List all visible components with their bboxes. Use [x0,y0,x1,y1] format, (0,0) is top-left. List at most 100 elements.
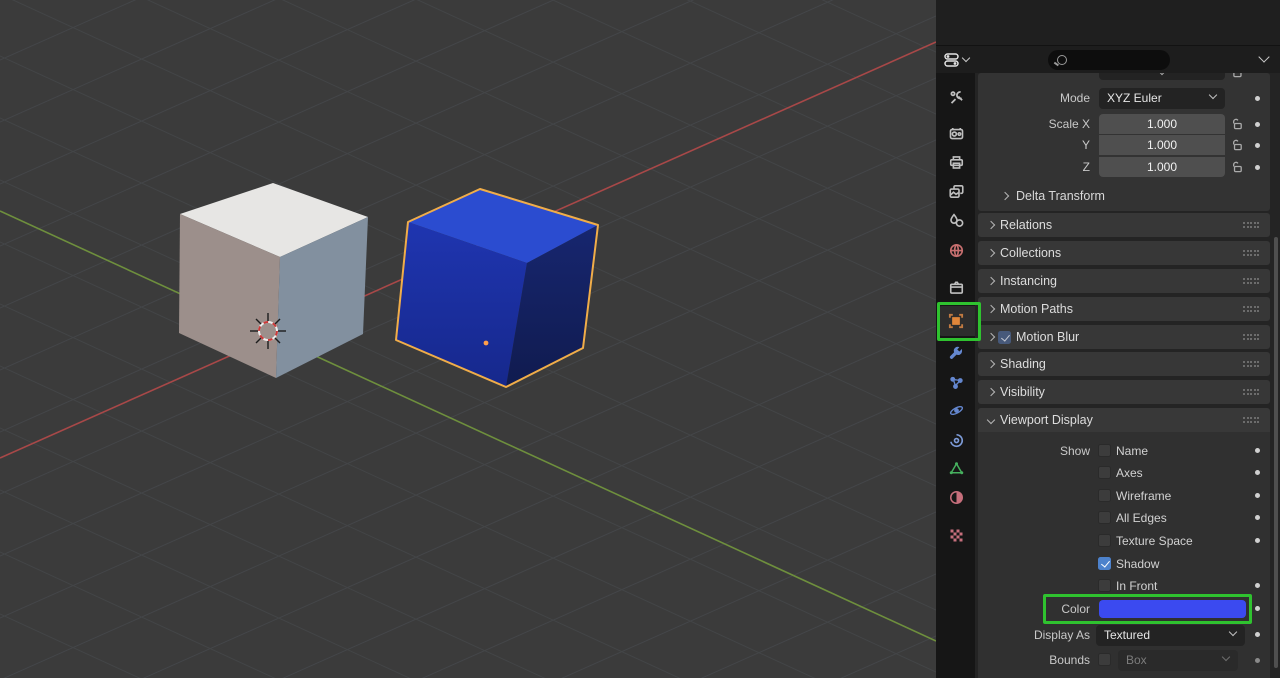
scale-z-label: Z [1082,160,1090,174]
mode-dropdown[interactable]: XYZ Euler [1099,88,1225,109]
drag-grip-icon[interactable] [1243,250,1260,257]
viewport-display-body: Show Name Axes Wireframe All Edges Textu… [978,432,1270,678]
section-collections[interactable]: Collections [978,241,1270,265]
chevron-down-icon [961,53,971,63]
lock-icon[interactable] [1230,160,1244,174]
section-motion-blur[interactable]: Motion Blur [978,325,1270,349]
drag-grip-icon[interactable] [1243,222,1260,229]
animate-dot[interactable] [1255,448,1260,453]
animate-dot[interactable] [1255,538,1260,543]
chevron-down-icon [986,415,996,425]
section-motion-paths[interactable]: Motion Paths [978,297,1270,321]
properties-content: Z Mode XYZ Euler Scale X 1.000 [975,73,1280,678]
tab-object-properties[interactable] [943,308,969,334]
section-relations[interactable]: Relations [978,213,1270,237]
chevron-right-icon [986,387,996,397]
animate-dot[interactable] [1255,632,1260,637]
object-color-swatch[interactable] [1099,600,1246,618]
tool-icon [950,90,963,104]
animate-dot[interactable] [1255,165,1260,170]
tab-material-properties[interactable] [943,484,969,510]
drag-grip-icon[interactable] [1243,278,1260,285]
panel-scrollbar[interactable] [1274,237,1278,668]
tab-tool-properties[interactable] [943,84,969,110]
editor-top-gap [936,0,1280,46]
animate-dot[interactable] [1255,606,1260,611]
section-shading[interactable]: Shading [978,352,1270,376]
mesh-data-icon [949,461,963,474]
section-instancing[interactable]: Instancing [978,269,1270,293]
lock-icon[interactable] [1230,117,1244,131]
render-icon [949,127,963,139]
drag-grip-icon[interactable] [1243,389,1260,396]
section-visibility[interactable]: Visibility [978,380,1270,404]
chevron-right-icon [986,359,996,369]
properties-editor-icon [944,52,959,67]
drag-grip-icon[interactable] [1243,334,1260,341]
filter-dropdown-button[interactable] [1258,51,1270,63]
axes-checkbox[interactable] [1098,466,1111,479]
tab-render-properties[interactable] [943,120,969,146]
animate-dot[interactable] [1255,658,1260,663]
animate-dot[interactable] [1255,583,1260,588]
bounds-checkbox[interactable] [1098,653,1111,666]
scale-y-label: Y [1081,138,1090,152]
blender-window: { "viewport": { "background": "#3b3b3b",… [0,0,1280,678]
output-icon [949,155,963,169]
animate-dot[interactable] [1255,122,1260,127]
tab-collection-properties[interactable] [943,274,969,300]
animate-dot[interactable] [1255,493,1260,498]
tab-particle-properties[interactable] [943,369,969,395]
name-checkbox[interactable] [1098,444,1111,457]
chevron-right-icon [986,304,996,314]
rotation-z-field[interactable] [1099,73,1225,80]
wireframe-checkbox[interactable] [1098,489,1111,502]
drag-grip-icon[interactable] [1243,417,1260,424]
object-origin-dot [483,340,489,346]
animate-dot[interactable] [1255,143,1260,148]
drag-grip-icon[interactable] [1243,361,1260,368]
animate-dot[interactable] [1255,470,1260,475]
tab-output-properties[interactable] [943,149,969,175]
delta-transform-label: Delta Transform [1016,189,1105,203]
display-as-label: Display As [1033,628,1090,642]
motion-blur-checkbox[interactable] [998,330,1011,344]
scale-y-field[interactable]: 1.000 [1099,135,1225,155]
physics-icon [949,405,963,415]
chevron-right-icon [1000,191,1010,201]
viewport-3d[interactable] [0,0,937,678]
section-viewport-display[interactable]: Viewport Display [978,408,1270,432]
viewport-canvas [0,0,937,678]
tab-modifier-properties[interactable] [943,340,969,366]
drag-grip-icon[interactable] [1243,306,1260,313]
tab-constraint-properties[interactable] [943,427,969,453]
scale-x-label: Scale X [1048,117,1090,131]
chevron-down-icon [1221,652,1231,662]
shadow-checkbox[interactable] [1098,557,1111,570]
search-input[interactable] [1048,50,1170,70]
tab-texture-properties[interactable] [943,522,969,548]
bounds-dropdown[interactable]: Box [1118,650,1238,671]
lock-icon[interactable] [1230,73,1244,79]
display-as-dropdown[interactable]: Textured [1096,625,1245,646]
in-front-checkbox[interactable] [1098,579,1111,592]
delta-transform-subpanel[interactable]: Delta Transform [1000,185,1105,207]
chevron-right-icon [986,332,996,342]
animate-dot[interactable] [1255,515,1260,520]
scale-z-field[interactable]: 1.000 [1099,157,1225,177]
tab-physics-properties[interactable] [943,397,969,423]
rotation-z-label: Z [978,73,1090,79]
animate-dot[interactable] [1255,96,1260,101]
editor-type-button[interactable] [944,52,971,67]
scale-x-field[interactable]: 1.000 [1099,114,1225,134]
tab-view-layer-properties[interactable] [943,178,969,204]
world-icon [949,243,963,257]
properties-body: Z Mode XYZ Euler Scale X 1.000 [936,73,1280,678]
texture-space-checkbox[interactable] [1098,534,1111,547]
tab-object-data-properties[interactable] [943,455,969,481]
lock-icon[interactable] [1230,138,1244,152]
tab-world-properties[interactable] [943,237,969,263]
tab-scene-properties[interactable] [943,207,969,233]
collection-icon [949,280,963,294]
all-edges-checkbox[interactable] [1098,511,1111,524]
